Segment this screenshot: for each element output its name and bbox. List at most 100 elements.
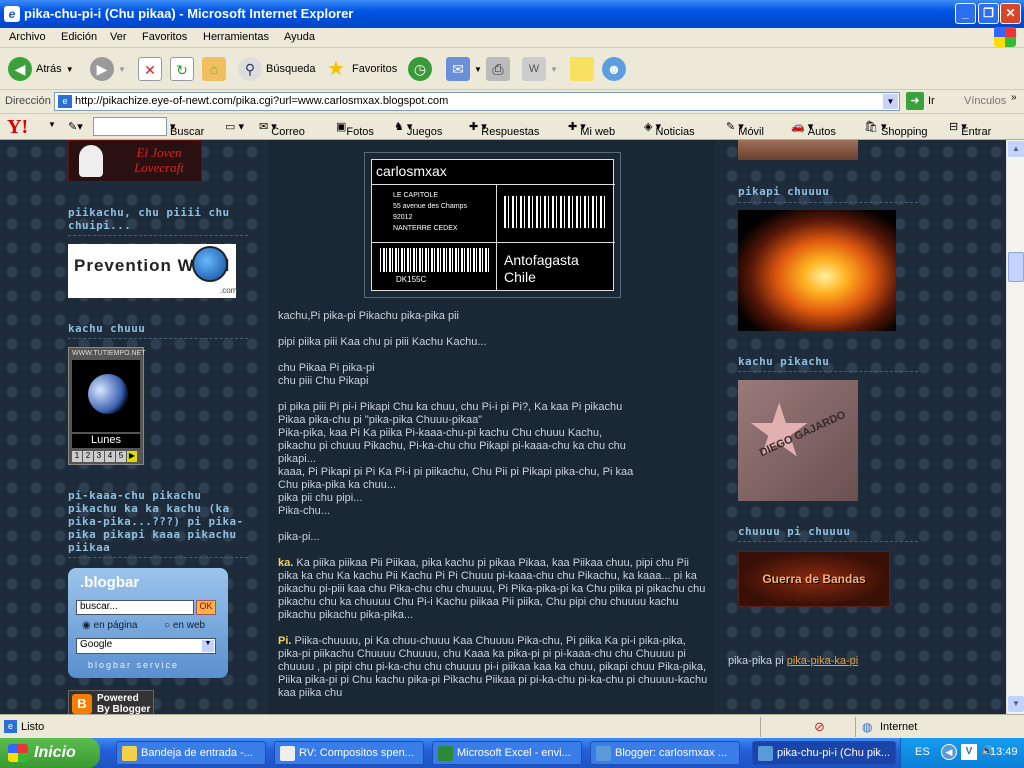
menu-herramientas[interactable]: Herramientas [203, 31, 269, 43]
history-button[interactable]: ◷ [408, 54, 432, 84]
menu-ver[interactable]: Ver [110, 31, 127, 43]
blogbar-option-page[interactable]: ◉ en página [82, 620, 137, 631]
yahoo-logo-icon[interactable]: Y! [7, 116, 28, 139]
pencil-icon[interactable]: ✎▾ [68, 120, 83, 133]
home-icon: ⌂ [202, 57, 226, 81]
yahoo-dropdown-icon[interactable]: ▼ [48, 120, 56, 129]
messenger-icon: ☻ [602, 57, 626, 81]
blogbar-search-input[interactable]: buscar... [76, 600, 194, 615]
task-bandeja[interactable]: Bandeja de entrada -... [116, 741, 266, 765]
right-footer: pika-pika pi pika-pika-ka-pi [728, 655, 859, 667]
post-body: kachu,Pi pika-pi Pikachu pika-pika pii p… [278, 310, 708, 699]
barcode-icon [380, 248, 490, 272]
divider [68, 235, 248, 236]
yahoo-entrar[interactable]: ⊟ Entrar ▾ [949, 120, 991, 138]
yahoo-search-input[interactable] [93, 117, 167, 136]
print-button[interactable]: ⎙ [486, 54, 510, 84]
system-tray: ES ◀ V 🔊 13:49 [900, 738, 1024, 768]
ie-icon: e [4, 6, 20, 22]
start-button[interactable]: Inicio [0, 738, 100, 768]
prevention-world-banner[interactable]: Prevention World .com [68, 244, 237, 298]
history-icon: ◷ [408, 57, 432, 81]
blogbar-ok-button[interactable]: OK [196, 600, 216, 615]
mail-icon: ✉ [446, 57, 470, 81]
search-button[interactable]: ⚲ Búsqueda [238, 54, 316, 84]
page-icon: e [58, 95, 72, 108]
scroll-down-button[interactable]: ▼ [1008, 696, 1024, 712]
minimize-button[interactable]: _ [955, 3, 976, 24]
yahoo-search-button[interactable]: Buscar ▾ [170, 120, 204, 138]
scroll-up-button[interactable]: ▲ [1008, 141, 1024, 157]
refresh-button[interactable]: ↻ [170, 54, 194, 84]
blogbar-option-web[interactable]: ○ en web [164, 620, 205, 631]
address-label: Dirección [5, 95, 51, 107]
tray-expand-icon[interactable]: ◀ [941, 744, 957, 760]
address-input[interactable]: e http://pikachize.eye-of-newt.com/pika.… [54, 92, 900, 111]
stop-icon: ✕ [138, 57, 162, 81]
powered-by-blogger-badge[interactable]: B Powered By Blogger [68, 690, 154, 714]
walk-of-fame-star-image[interactable]: ★ DIEGO GAJARDO [738, 380, 858, 501]
shipping-label-image: carlosmxax LE CAPITOLE 55 avenue des Cham… [364, 152, 621, 298]
yahoo-mi-web[interactable]: ✚ Mi web ▾ [568, 120, 615, 138]
antivirus-icon[interactable]: V [961, 744, 977, 760]
task-rv-compositos[interactable]: RV: Compositos spen... [274, 741, 424, 765]
task-excel[interactable]: Microsoft Excel - envi... [432, 741, 582, 765]
mail-icon [280, 746, 295, 761]
status-text: Listo [21, 721, 45, 733]
yahoo-fotos[interactable]: ▣ Fotos [336, 120, 374, 138]
yahoo-autos[interactable]: 🚗 Autos ▾ [791, 120, 836, 138]
scroll-thumb[interactable] [1008, 252, 1024, 282]
menu-favoritos[interactable]: Favoritos [142, 31, 187, 43]
globe-icon [192, 246, 228, 282]
guerra-de-bandas-banner[interactable]: Guerra de Bandas [738, 551, 890, 607]
forward-button[interactable]: ▶ ▼ [90, 54, 126, 84]
messenger-button[interactable]: ☻ [602, 54, 626, 84]
maximize-button[interactable]: ❐ [978, 3, 999, 24]
favorites-button[interactable]: ★ Favoritos [324, 54, 397, 84]
joven-lovecraft-banner[interactable]: El Joven Lovecraft [68, 140, 202, 182]
post-paragraph-1: ka. Ka piika piikaa Pii Piikaa, pika kac… [278, 557, 706, 621]
task-blogger[interactable]: Blogger: carlosmxax ... [590, 741, 740, 765]
home-button[interactable]: ⌂ [202, 54, 226, 84]
yahoo-correo[interactable]: ✉ Correo ▾ [259, 120, 305, 138]
language-indicator[interactable]: ES [915, 746, 930, 758]
links-label[interactable]: Vínculos [964, 95, 1006, 107]
left-heading-1: piikachu, chu piiii chu chuipi... [68, 206, 230, 232]
fire-image[interactable] [738, 210, 896, 331]
address-dropdown[interactable]: ▼ [883, 94, 898, 109]
notes-button[interactable] [570, 54, 594, 84]
next-arrow-icon[interactable]: ▶ [127, 451, 137, 462]
edit-button[interactable]: W ▼ [522, 54, 558, 84]
footer-link[interactable]: pika-pika-ka-pi [787, 655, 859, 667]
menu-edicion[interactable]: Edición [61, 31, 97, 43]
mail-button[interactable]: ✉ ▼ [446, 54, 482, 84]
yahoo-shopping[interactable]: 🛍 Shopping ▾ [864, 120, 928, 138]
menu-ayuda[interactable]: Ayuda [284, 31, 315, 43]
back-button[interactable]: ◀ Atrás ▼ [8, 54, 74, 84]
yahoo-movil[interactable]: ✎ Móvil ▾ [726, 120, 764, 138]
moon-pager: 1 2 3 4 5 ▶ [72, 451, 137, 462]
yahoo-respuestas[interactable]: ✚ Respuestas ▾ [469, 120, 539, 138]
ie-icon [596, 746, 611, 761]
stop-button[interactable]: ✕ [138, 54, 162, 84]
right-heading-3: chuuuu pi chuuuu [738, 525, 851, 538]
blogbar-engine-select[interactable]: Google ▼ [76, 638, 216, 654]
windows-flag-icon [8, 744, 28, 762]
portrait-icon [79, 145, 103, 177]
menu-archivo[interactable]: Archivo [9, 31, 46, 43]
window-icon[interactable]: ▭ ▾ [225, 120, 244, 133]
task-pika-chu[interactable]: pika-chu-pi-i (Chu pik... [752, 741, 896, 765]
left-heading-3: pi-kaaa-chu pikachu pikachu ka ka kachu … [68, 489, 244, 554]
top-photo[interactable] [738, 140, 858, 160]
yahoo-juegos[interactable]: ♞ Juegos ▾ [394, 120, 442, 138]
yahoo-noticias[interactable]: ◈ Noticias ▾ [644, 120, 695, 138]
popup-blocked-icon[interactable]: ⊘ [814, 719, 825, 735]
clock[interactable]: 13:49 [990, 746, 1018, 758]
go-arrow-icon: ➜ [906, 92, 924, 110]
go-button[interactable]: ➜ Ir [906, 92, 935, 110]
address-bar: Dirección e http://pikachize.eye-of-newt… [0, 90, 1024, 114]
moon-widget[interactable]: WWW.TUTIEMPO.NET Lunes 1 2 3 4 5 ▶ [68, 347, 146, 465]
links-chevron-icon[interactable]: » [1011, 92, 1017, 103]
vertical-scrollbar[interactable]: ▲ ▼ [1006, 140, 1024, 714]
close-button[interactable]: ✕ [1000, 3, 1021, 24]
